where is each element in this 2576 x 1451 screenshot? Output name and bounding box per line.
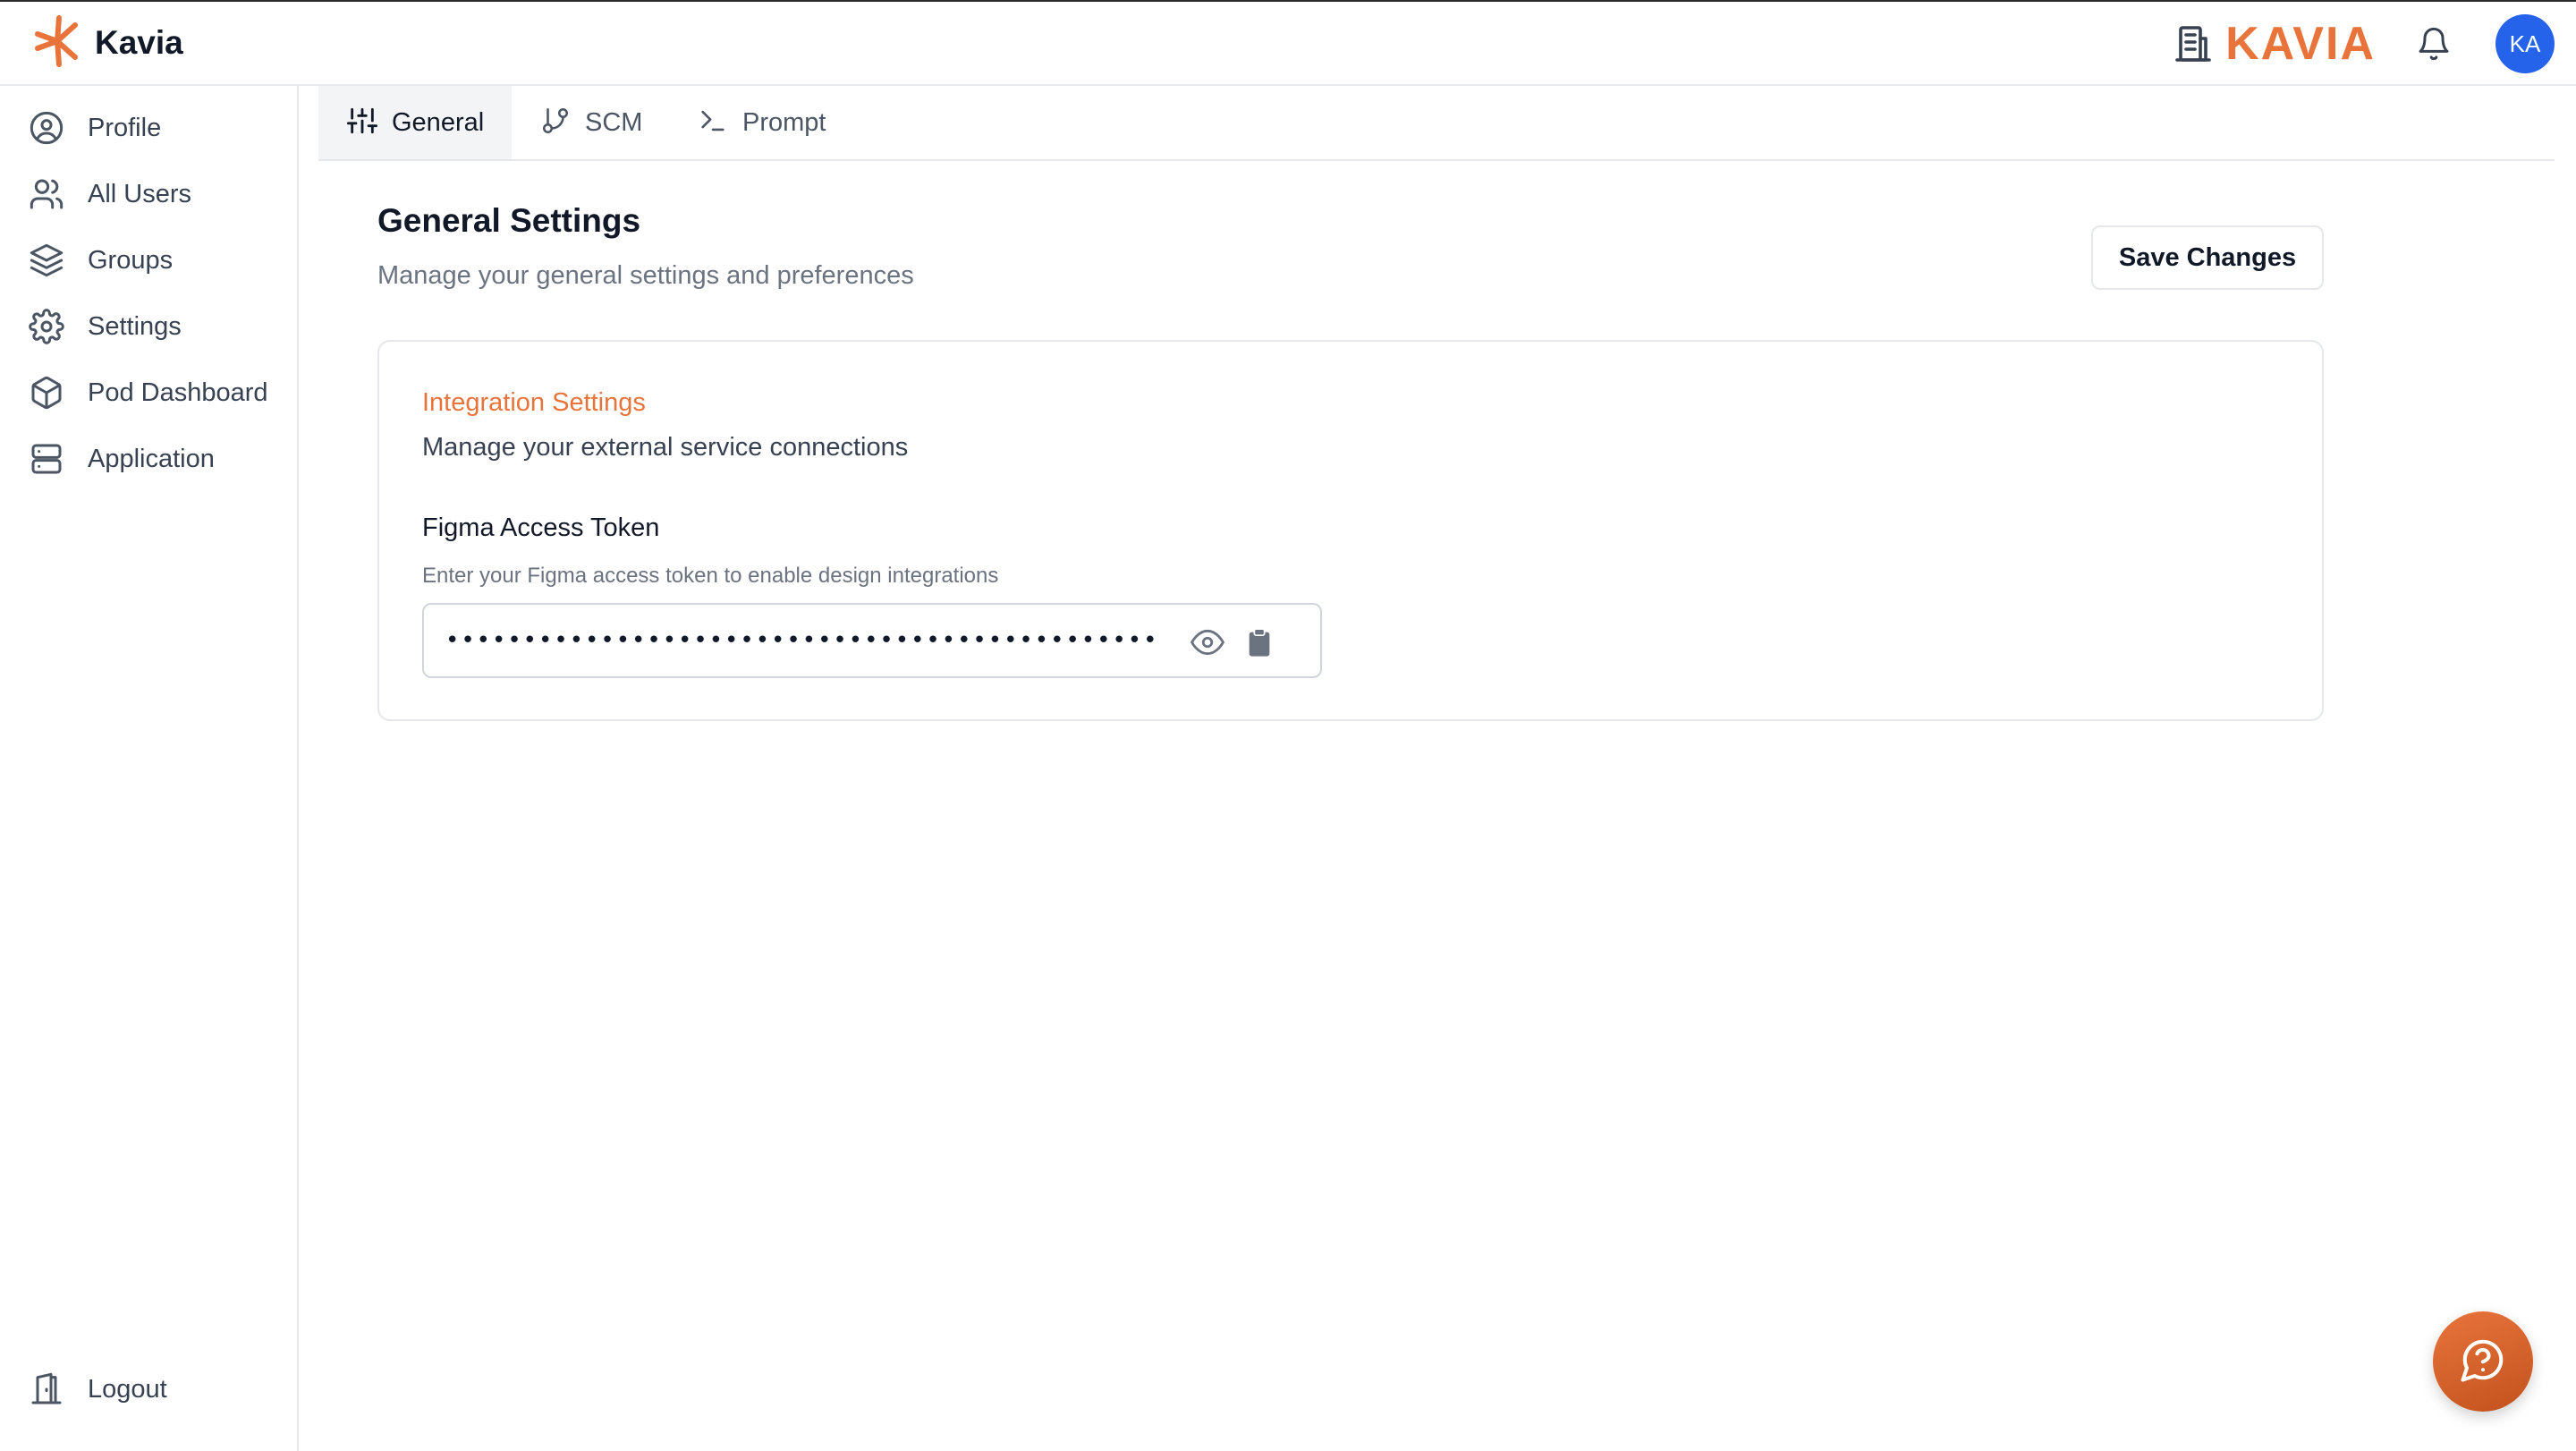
cube-icon [27, 373, 66, 412]
brand-name: Kavia [95, 24, 183, 61]
settings-tabs: General SCM Prompt [318, 86, 2555, 161]
sidebar-item-label: Settings [88, 311, 182, 341]
sidebar-item-profile[interactable]: Profile [27, 104, 286, 152]
page-subtitle: Manage your general settings and prefere… [377, 261, 914, 290]
figma-token-help: Enter your Figma access token to enable … [422, 564, 999, 588]
sidebar-item-label: Groups [88, 245, 174, 275]
tab-label: SCM [585, 107, 643, 137]
figma-token-input[interactable] [445, 617, 1161, 664]
top-header: Kavia KAVIA KA [0, 2, 2576, 86]
help-chat-icon [2459, 1336, 2507, 1388]
sidebar-item-groups[interactable]: Groups [27, 236, 286, 284]
kavia-logo-icon [32, 14, 82, 72]
sidebar-item-label: Profile [88, 113, 162, 142]
figma-token-field [422, 603, 1322, 678]
sidebar-item-all-users[interactable]: All Users [27, 170, 286, 218]
sidebar-item-pod-dashboard[interactable]: Pod Dashboard [27, 369, 286, 417]
user-circle-icon [27, 108, 66, 148]
layers-icon [27, 241, 66, 280]
help-chat-button[interactable] [2433, 1311, 2533, 1412]
door-exit-icon [27, 1370, 66, 1409]
tab-label: Prompt [742, 107, 826, 137]
tab-general[interactable]: General [318, 86, 512, 159]
terminal-icon [698, 106, 728, 140]
tab-scm[interactable]: SCM [512, 86, 671, 159]
avatar[interactable]: KA [2496, 14, 2555, 73]
sidebar-item-label: All Users [88, 179, 192, 208]
sidebar-item-application[interactable]: Application [27, 435, 286, 483]
server-icon [27, 439, 66, 479]
sidebar: Profile All Users Groups Settings Pod Da… [0, 86, 299, 1451]
save-changes-button[interactable]: Save Changes [2091, 225, 2324, 290]
users-icon [27, 174, 66, 214]
logout-button[interactable]: Logout [27, 1365, 286, 1413]
org-name: KAVIA [2225, 18, 2376, 70]
gear-icon [27, 307, 66, 346]
header-actions: KAVIA KA [2170, 13, 2555, 75]
clipboard-icon[interactable] [1240, 623, 1279, 662]
sliders-icon [347, 106, 377, 140]
figma-token-label: Figma Access Token [422, 513, 660, 542]
card-title: Integration Settings [422, 388, 646, 417]
sidebar-item-settings[interactable]: Settings [27, 302, 286, 351]
eye-icon[interactable] [1188, 623, 1227, 662]
integration-settings-card: Integration Settings Manage your externa… [377, 340, 2324, 721]
sidebar-item-label: Pod Dashboard [88, 378, 268, 407]
tab-label: General [392, 107, 485, 137]
card-description: Manage your external service connections [422, 433, 909, 462]
logout-label: Logout [88, 1374, 167, 1404]
git-branch-icon [540, 106, 571, 140]
page-title: General Settings [377, 202, 641, 239]
bell-icon[interactable] [2411, 21, 2456, 66]
sidebar-item-label: Application [88, 444, 215, 473]
building-icon [2170, 21, 2216, 67]
brand[interactable]: Kavia [32, 14, 183, 72]
tab-prompt[interactable]: Prompt [669, 86, 854, 159]
